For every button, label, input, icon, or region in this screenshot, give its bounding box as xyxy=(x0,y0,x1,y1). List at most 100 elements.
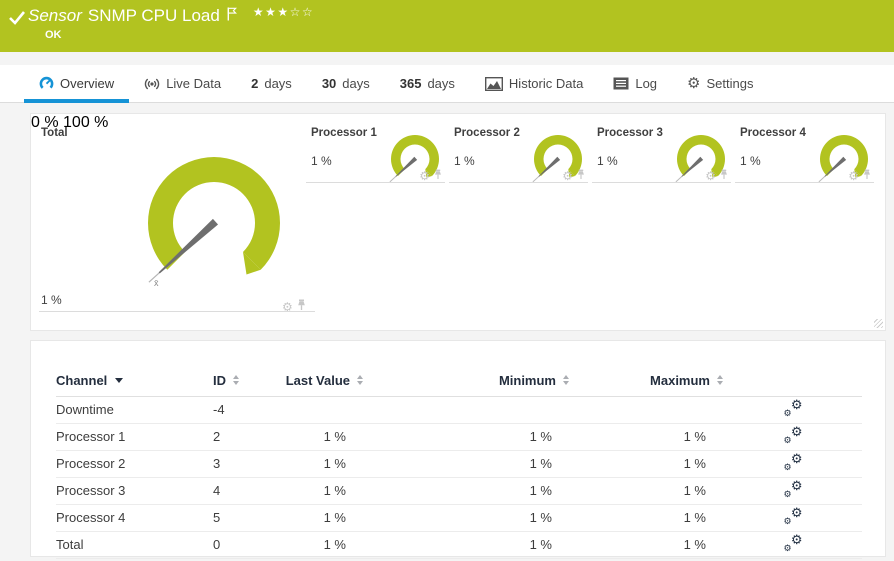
channel-id: 2 xyxy=(213,423,283,450)
column-header-last-value[interactable]: Last Value xyxy=(283,365,363,396)
channel-settings-gears-icon[interactable]: ⚙⚙ xyxy=(783,400,803,416)
tab-live-data[interactable]: Live Data xyxy=(129,65,236,102)
tab-30-days[interactable]: 30 days xyxy=(307,65,385,102)
tab-label: Overview xyxy=(60,76,114,91)
sort-icon xyxy=(233,375,239,385)
tab-label: Log xyxy=(635,76,657,91)
channel-settings-gear-icon[interactable]: ⚙ xyxy=(419,171,430,181)
channel-id: 0 xyxy=(213,531,283,558)
channel-id: 3 xyxy=(213,450,283,477)
tab-settings[interactable]: ⚙ Settings xyxy=(672,65,768,102)
sensor-type-label: Sensor xyxy=(28,6,82,26)
log-icon xyxy=(613,77,629,90)
tab-log[interactable]: Log xyxy=(598,65,672,102)
tab-label: Historic Data xyxy=(509,76,583,91)
channel-minimum: 1 % xyxy=(363,477,569,504)
channel-settings-gear-icon[interactable]: ⚙ xyxy=(848,171,859,181)
channel-maximum: 1 % xyxy=(569,423,723,450)
tab-label: Live Data xyxy=(166,76,221,91)
gauges-panel: Total x̄ 0 % 100 % 1 % ⚙ Processor 1 xyxy=(30,113,886,331)
channel-last-value: 1 % xyxy=(283,531,363,558)
status-ok-check-icon xyxy=(9,11,25,30)
gauge-icon xyxy=(39,76,54,91)
channel-last-value: 1 % xyxy=(283,423,363,450)
tab-number: 30 xyxy=(322,76,336,91)
gear-icon: ⚙ xyxy=(687,77,700,90)
table-row: Downtime -4 ⚙⚙ xyxy=(56,396,862,423)
gauge-cell-divider xyxy=(39,311,315,312)
prtg-sensor-page: Sensor SNMP CPU Load ★★★☆☆ OK Overview L… xyxy=(0,0,894,561)
channel-minimum: 1 % xyxy=(363,423,569,450)
average-marker: x̄ xyxy=(154,278,159,288)
sensor-title-line: Sensor SNMP CPU Load ★★★☆☆ xyxy=(28,6,314,26)
channel-minimum: 1 % xyxy=(363,531,569,558)
gauge-cell-processor-3: Processor 3 1 % ⚙ xyxy=(592,114,731,199)
gauge-title: Processor 1 xyxy=(311,127,377,139)
channel-maximum: 1 % xyxy=(569,477,723,504)
tab-label: days xyxy=(264,76,291,91)
total-gauge: x̄ xyxy=(134,143,294,303)
tab-365-days[interactable]: 365 days xyxy=(385,65,470,102)
column-header-channel[interactable]: Channel xyxy=(56,365,213,396)
table-row: Processor 2 3 1 % 1 % 1 % ⚙⚙ xyxy=(56,450,862,477)
channel-minimum: 1 % xyxy=(363,504,569,531)
channel-maximum xyxy=(569,396,723,423)
gauge-value: 1 % xyxy=(454,154,475,168)
tab-overview[interactable]: Overview xyxy=(24,65,129,102)
channel-maximum: 1 % xyxy=(569,450,723,477)
priority-stars[interactable]: ★★★☆☆ xyxy=(253,5,314,19)
gauge-value: 1 % xyxy=(597,154,618,168)
sort-desc-icon xyxy=(115,378,123,383)
column-header-id[interactable]: ID xyxy=(213,365,283,396)
table-header-row: Channel ID Last Value Minimum Maximum xyxy=(56,365,862,396)
gauge-title: Processor 2 xyxy=(454,127,520,139)
column-header-actions xyxy=(723,365,862,396)
tab-2-days[interactable]: 2 days xyxy=(236,65,307,102)
area-chart-icon xyxy=(485,77,503,91)
channel-id: -4 xyxy=(213,396,283,423)
sensor-tabbar: Overview Live Data 2 days 30 days 365 da… xyxy=(0,65,894,103)
gauge-value: 1 % xyxy=(41,293,62,307)
sensor-status: OK xyxy=(45,29,62,41)
channel-settings-gears-icon[interactable]: ⚙⚙ xyxy=(783,481,803,497)
gauge-value: 1 % xyxy=(740,154,761,168)
sort-icon xyxy=(717,375,723,385)
channels-table: Channel ID Last Value Minimum Maximum Do… xyxy=(56,365,862,559)
channel-maximum: 1 % xyxy=(569,504,723,531)
channel-name: Processor 4 xyxy=(56,504,213,531)
tab-number: 365 xyxy=(400,76,422,91)
gauge-cell-divider xyxy=(449,182,588,183)
channel-minimum: 1 % xyxy=(363,450,569,477)
pin-icon[interactable] xyxy=(297,298,306,316)
channel-settings-gears-icon[interactable]: ⚙⚙ xyxy=(783,427,803,443)
gauge-cell-divider xyxy=(735,182,874,183)
channel-settings-gears-icon[interactable]: ⚙⚙ xyxy=(783,535,803,551)
gauge-title: Processor 4 xyxy=(740,127,806,139)
channel-settings-gear-icon[interactable]: ⚙ xyxy=(705,171,716,181)
channel-name: Processor 1 xyxy=(56,423,213,450)
sensor-header: Sensor SNMP CPU Load ★★★☆☆ OK xyxy=(0,0,894,52)
gauge-cell-processor-4: Processor 4 1 % ⚙ xyxy=(735,114,874,199)
channel-minimum xyxy=(363,396,569,423)
flag-icon[interactable] xyxy=(227,7,237,26)
sensor-name: SNMP CPU Load xyxy=(88,6,220,26)
live-data-icon xyxy=(144,76,160,92)
channel-name: Processor 2 xyxy=(56,450,213,477)
channel-settings-gear-icon[interactable]: ⚙ xyxy=(562,171,573,181)
gauge-cell-divider xyxy=(306,182,445,183)
gauge-title: Processor 3 xyxy=(597,127,663,139)
column-header-minimum[interactable]: Minimum xyxy=(363,365,569,396)
gauge-title: Total xyxy=(41,127,68,139)
channel-settings-gears-icon[interactable]: ⚙⚙ xyxy=(783,508,803,524)
sort-icon xyxy=(563,375,569,385)
gauge-scale-max: 100 % xyxy=(63,114,108,131)
panel-resize-handle[interactable] xyxy=(874,319,883,328)
channel-name: Processor 3 xyxy=(56,477,213,504)
channel-last-value: 1 % xyxy=(283,450,363,477)
tab-historic-data[interactable]: Historic Data xyxy=(470,65,598,102)
tab-number: 2 xyxy=(251,76,258,91)
channel-settings-gears-icon[interactable]: ⚙⚙ xyxy=(783,454,803,470)
channel-name: Total xyxy=(56,531,213,558)
column-header-maximum[interactable]: Maximum xyxy=(569,365,723,396)
gauge-value: 1 % xyxy=(311,154,332,168)
